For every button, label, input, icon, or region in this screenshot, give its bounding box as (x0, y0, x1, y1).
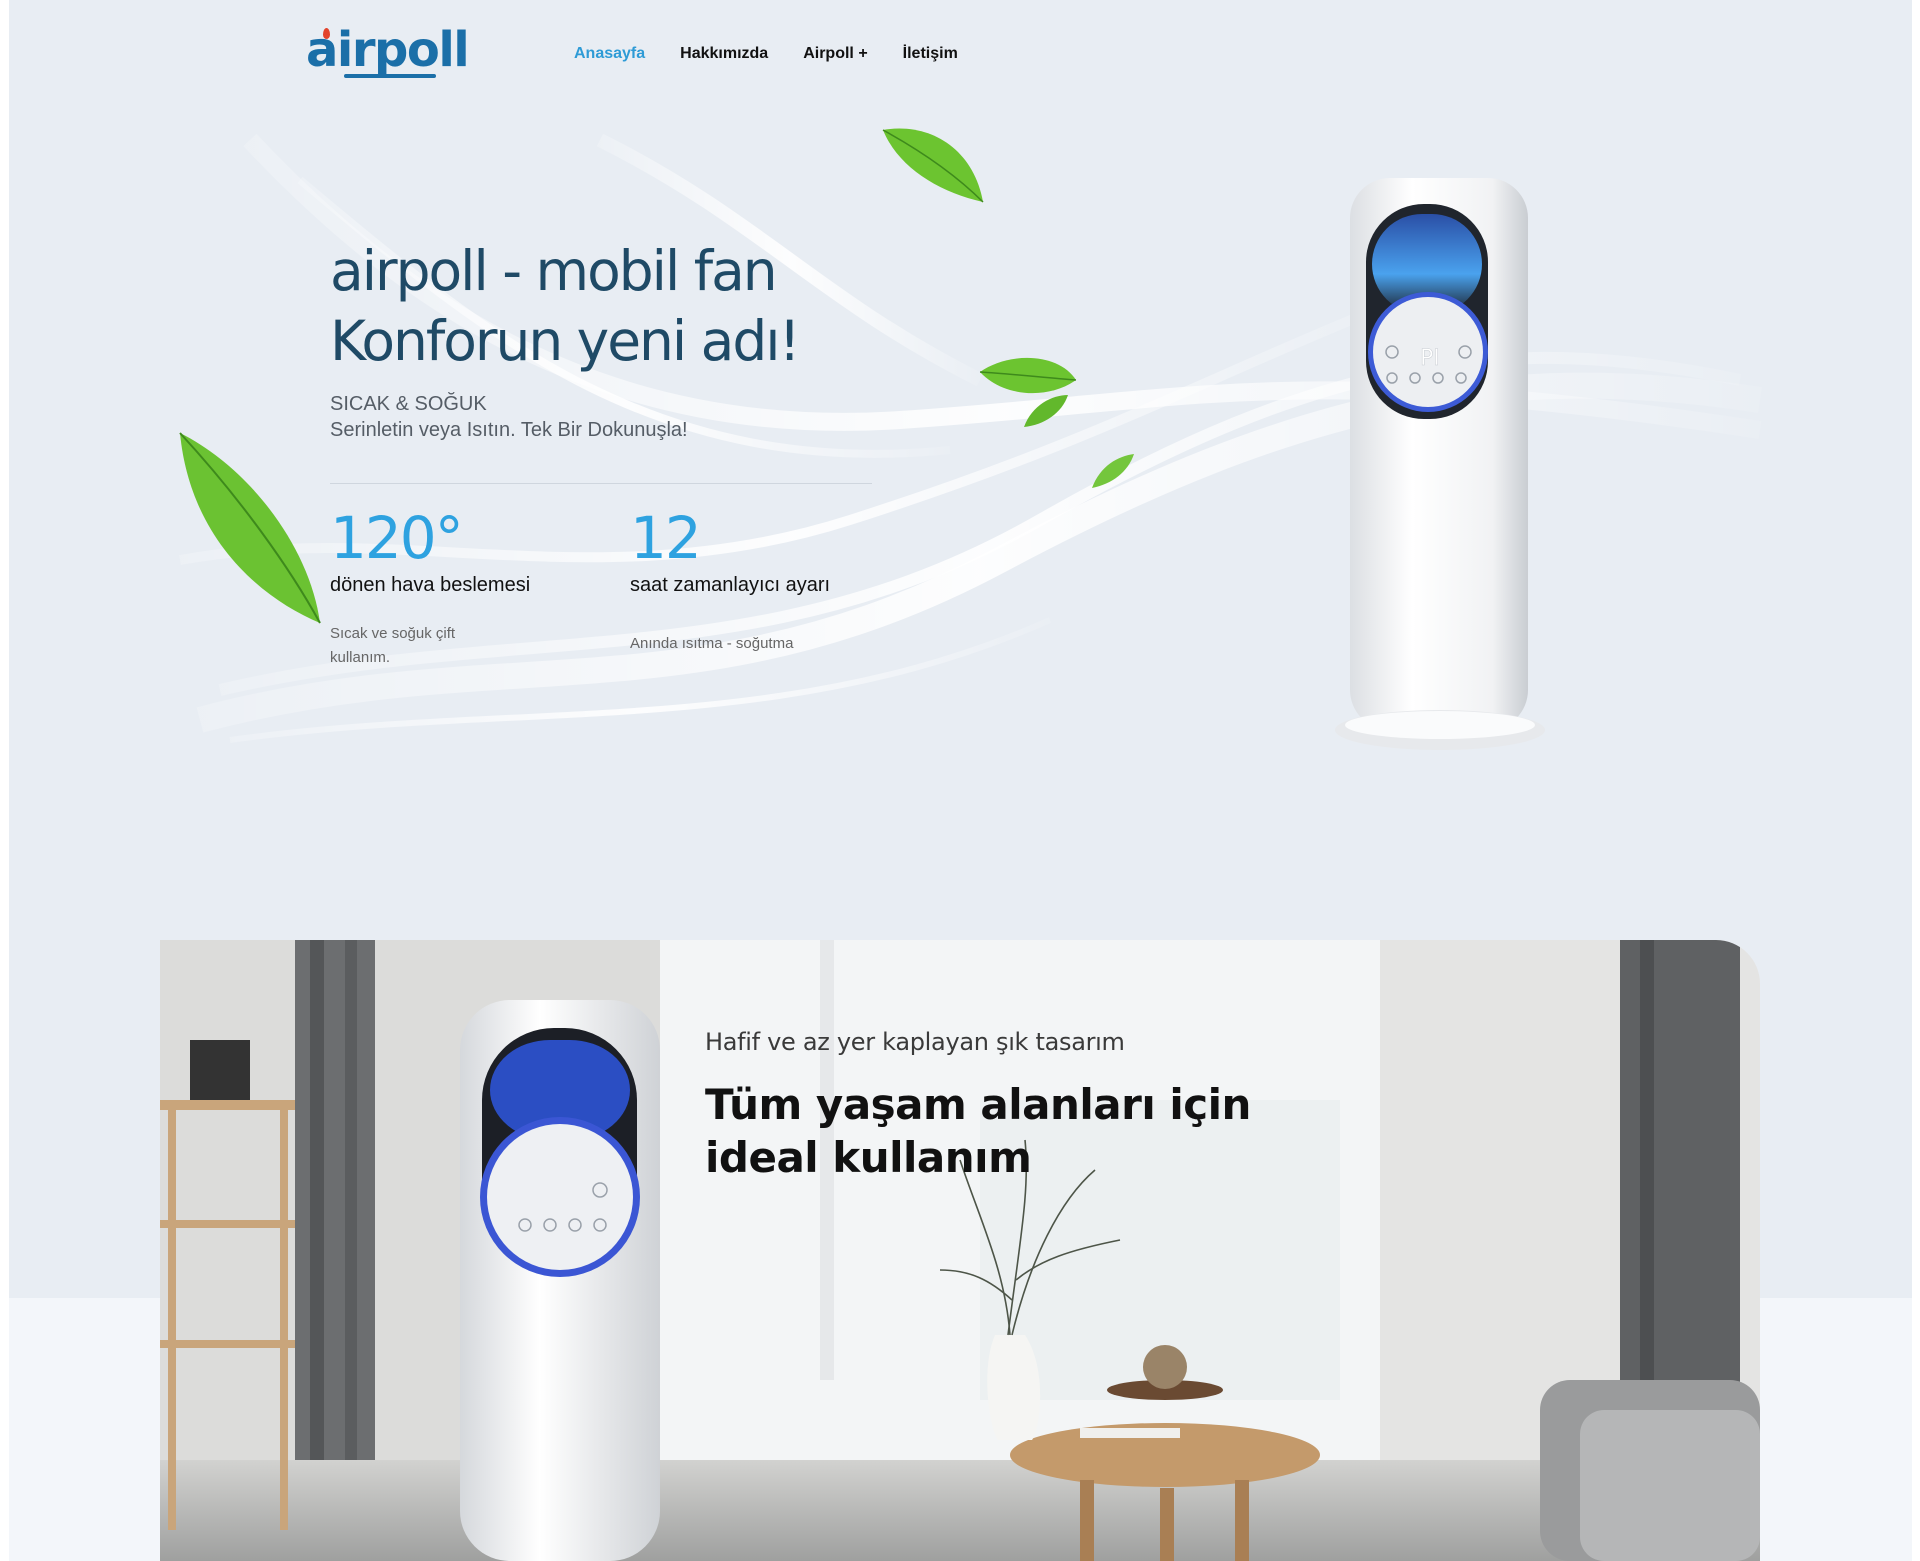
hero-subtitle: SICAK & SOĞUK (330, 393, 487, 415)
leaf-top-icon (882, 128, 984, 203)
nav-item-hakkimizda[interactable]: Hakkımızda (680, 45, 768, 63)
stat-value: 12 (630, 504, 702, 572)
hero-title-line1: airpoll - mobil fan (330, 239, 778, 303)
stat-label: saat zamanlayıcı ayarı (630, 574, 831, 596)
product-display-text: PI (1420, 346, 1440, 371)
logo-flame-icon (323, 28, 330, 39)
leaf-tiny-icon (1092, 454, 1134, 488)
stat-value: 120° (330, 504, 464, 572)
hero-divider (330, 483, 872, 484)
product-fan-image: PI (1335, 178, 1545, 750)
feature-eyebrow: Hafif ve az yer kaplayan şık tasarım (705, 1028, 1125, 1056)
leaf-small-icon (1024, 395, 1068, 427)
nav-item-iletisim[interactable]: İletişim (903, 45, 958, 63)
hero-title: airpoll - mobil fan Konforun yeni adı! (330, 236, 1030, 376)
feature-title-line2: ideal kullanım (705, 1133, 1032, 1182)
main-nav: Anasayfa Hakkımızda Airpoll + İletişim (574, 45, 993, 63)
hero-title-line2: Konforun yeni adı! (330, 309, 801, 373)
nav-item-airpoll-plus[interactable]: Airpoll + (803, 45, 867, 63)
stat-description: Sıcak ve soğuk çift kullanım. (330, 625, 456, 666)
stat-label: dönen hava beslemesi (330, 574, 531, 596)
right-margin (1912, 0, 1920, 1561)
left-margin (0, 0, 9, 1561)
nav-item-anasayfa[interactable]: Anasayfa (574, 45, 645, 63)
feature-title-line1: Tüm yaşam alanları için (705, 1080, 1251, 1129)
stat-rotation: 120° dönen hava beslemesi Sıcak ve soğuk… (330, 505, 530, 670)
hero-tagline: Serinletin veya Isıtın. Tek Bir Dokunuşl… (330, 419, 688, 441)
stat-timer: 12 saat zamanlayıcı ayarı Anında ısıtma … (630, 505, 830, 656)
leaf-large-icon (179, 432, 321, 624)
logo-underline (344, 74, 436, 78)
brand-logo[interactable]: airpoll (306, 22, 470, 78)
stat-description: Anında ısıtma - soğutma (630, 635, 794, 652)
brand-name: airpoll (306, 22, 470, 78)
feature-title: Tüm yaşam alanları için ideal kullanım (705, 1078, 1265, 1184)
